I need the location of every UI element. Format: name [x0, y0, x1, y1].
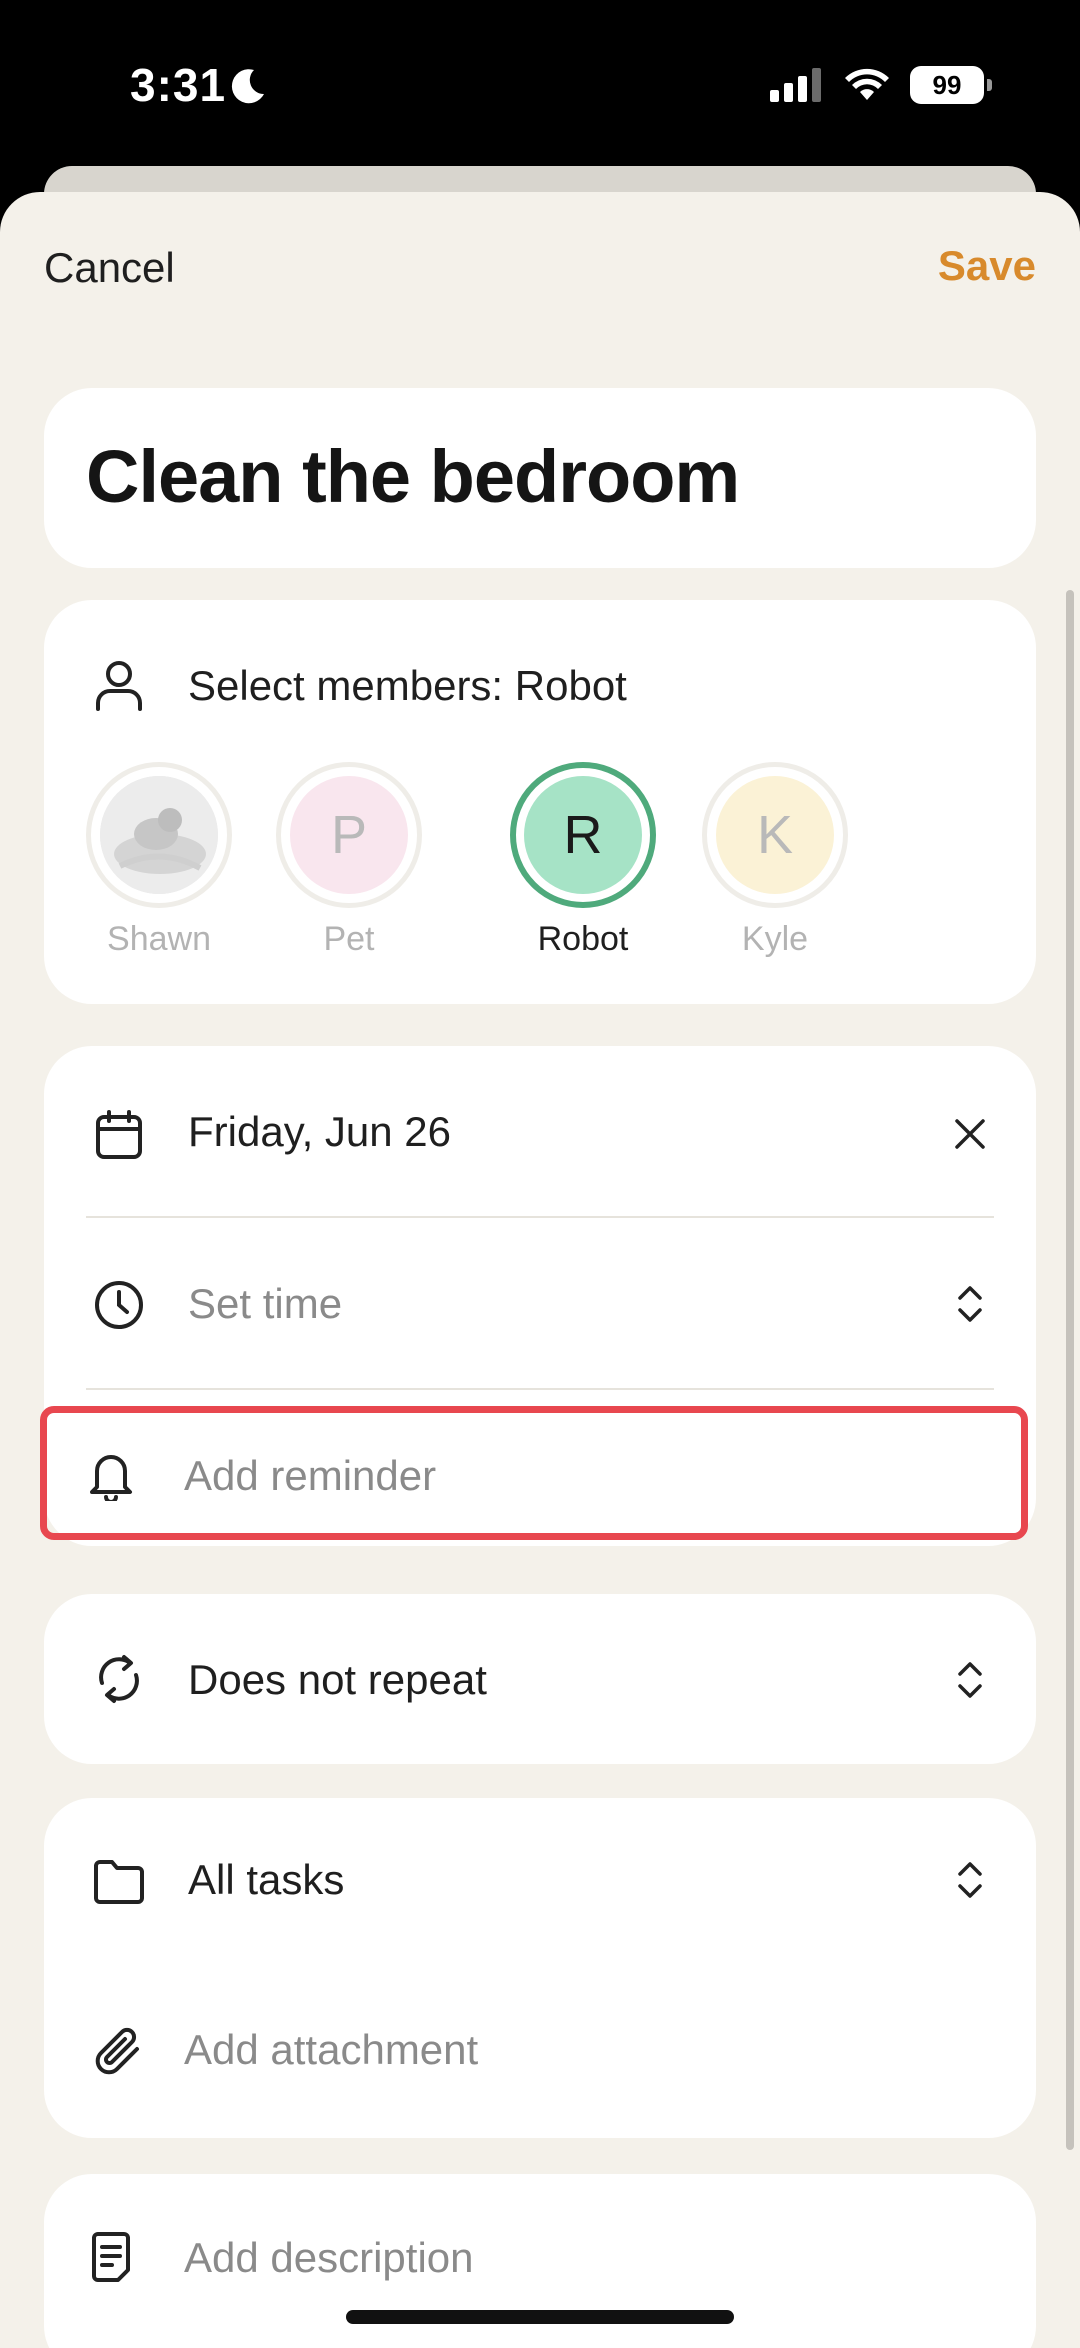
add-attachment-field[interactable]: Add attachment [184, 2026, 478, 2074]
title-card[interactable]: Clean the bedroom [44, 388, 1036, 568]
avatar: K [702, 762, 848, 908]
avatar: P [276, 762, 422, 908]
cancel-button[interactable]: Cancel [44, 244, 175, 292]
set-time-field[interactable]: Set time [188, 1280, 342, 1328]
repeat-icon [92, 1652, 146, 1706]
date-label[interactable]: Friday, Jun 26 [188, 1108, 451, 1156]
battery-indicator: 99 [910, 66, 992, 104]
status-bar: 3:31 99 [0, 0, 1080, 170]
save-button[interactable]: Save [938, 242, 1036, 290]
avatar-photo [100, 776, 218, 894]
list-label[interactable]: All tasks [188, 1856, 344, 1904]
members-label: Select members: Robot [188, 662, 627, 709]
repeat-card[interactable]: Does not repeat [44, 1594, 1036, 1764]
moon-icon [231, 69, 264, 104]
divider [86, 1388, 994, 1390]
cellular-signal-icon [770, 68, 821, 102]
avatar [86, 762, 232, 908]
add-description-field[interactable]: Add description [184, 2234, 474, 2282]
member-avatar-list: Shawn P Pet R Robot K Kyle [86, 762, 986, 962]
wifi-icon [845, 68, 889, 100]
focus-highlight [40, 1406, 1028, 1540]
chevron-up-down-icon[interactable] [948, 1282, 992, 1326]
document-icon [84, 2230, 138, 2284]
avatar: R [510, 762, 656, 908]
list-card: All tasks Add attachment [44, 1798, 1036, 2138]
calendar-icon [92, 1108, 146, 1162]
members-card: Select members: Robot Shawn P Pet R Robo… [44, 600, 1036, 1004]
scrollbar[interactable] [1066, 590, 1074, 2150]
avatar-name: Kyle [741, 920, 809, 958]
chevron-up-down-icon[interactable] [948, 1658, 992, 1702]
chevron-up-down-icon[interactable] [948, 1858, 992, 1902]
task-title-input[interactable]: Clean the bedroom [86, 434, 740, 519]
avatar-initial: R [524, 776, 642, 894]
paperclip-icon [92, 2024, 146, 2078]
edit-task-sheet: Cancel Save Clean the bedroom Select mem… [0, 192, 1080, 2348]
member-shawn[interactable]: Shawn [86, 762, 232, 959]
home-indicator[interactable] [346, 2310, 734, 2324]
repeat-label[interactable]: Does not repeat [188, 1656, 487, 1704]
person-icon [92, 658, 146, 712]
member-kyle[interactable]: K Kyle [702, 762, 848, 959]
status-time: 3:31 [130, 59, 227, 111]
clock-icon [92, 1278, 146, 1332]
close-icon[interactable] [948, 1112, 992, 1156]
member-robot[interactable]: R Robot [510, 762, 656, 959]
avatar-initial: K [716, 776, 834, 894]
avatar-name: Robot [537, 920, 629, 958]
avatar-name: Shawn [107, 920, 211, 958]
avatar-initial: P [290, 776, 408, 894]
avatar-name: Pet [323, 920, 375, 958]
divider [86, 1216, 994, 1218]
member-pet[interactable]: P Pet [276, 762, 422, 959]
folder-icon [92, 1854, 146, 1908]
status-indicators: 99 [770, 66, 992, 104]
